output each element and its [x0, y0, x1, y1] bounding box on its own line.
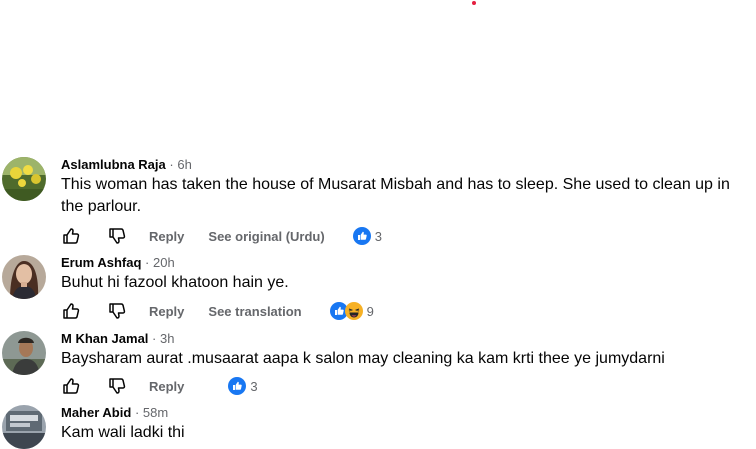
comment-meta: M Khan Jamal · 3h: [61, 331, 746, 347]
see-original-button[interactable]: See original (Urdu): [208, 229, 324, 244]
see-translation-button[interactable]: See translation: [208, 304, 301, 319]
reaction-summary[interactable]: 3: [352, 227, 382, 245]
meta-separator: ·: [169, 157, 174, 172]
comment-timestamp[interactable]: 3h: [160, 331, 174, 346]
comment-text: Buhut hi fazool khatoon hain ye.: [61, 274, 289, 291]
notification-dot: [472, 1, 476, 5]
avatar[interactable]: [2, 157, 46, 201]
thumbs-down-outline-icon[interactable]: [107, 226, 127, 246]
comment-actions: Reply 3: [61, 375, 258, 397]
comment-actions: Reply See original (Urdu) 3: [61, 225, 382, 247]
comment-item: Maher Abid · 58m Kam wali ladki thi: [0, 405, 756, 449]
reply-button[interactable]: Reply: [149, 229, 184, 244]
meta-separator: ·: [134, 405, 140, 420]
reaction-count: 3: [250, 378, 258, 394]
comment-item: Aslamlubna Raja · 6h This woman has take…: [0, 157, 756, 247]
comment-timestamp[interactable]: 20h: [153, 255, 175, 270]
comment-meta: Aslamlubna Raja · 6h: [61, 157, 746, 173]
comment-meta: Maher Abid · 58m: [61, 405, 746, 421]
thumbs-up-outline-icon[interactable]: [61, 376, 81, 396]
thumbs-up-outline-icon[interactable]: [61, 226, 81, 246]
author-name[interactable]: Maher Abid: [61, 405, 131, 420]
reply-button[interactable]: Reply: [149, 379, 184, 394]
haha-reaction-icon: [344, 302, 363, 320]
like-reaction-icon: [352, 227, 371, 245]
comment-text: Baysharam aurat .musaarat aapa k salon m…: [61, 350, 665, 367]
comment-actions: Reply See translation 9: [61, 300, 374, 322]
avatar[interactable]: [2, 405, 46, 449]
thumbs-up-outline-icon[interactable]: [61, 301, 81, 321]
thumbs-down-outline-icon[interactable]: [107, 376, 127, 396]
comment-timestamp[interactable]: 6h: [177, 157, 191, 172]
meta-separator: ·: [145, 255, 150, 270]
comments-panel: Aslamlubna Raja · 6h This woman has take…: [0, 0, 756, 449]
comment-item: Erum Ashfaq · 20h Buhut hi fazool khatoo…: [0, 255, 756, 325]
reply-button[interactable]: Reply: [149, 304, 184, 319]
author-name[interactable]: Erum Ashfaq: [61, 255, 141, 270]
avatar[interactable]: [2, 331, 46, 375]
author-name[interactable]: Aslamlubna Raja: [61, 157, 166, 172]
avatar[interactable]: [2, 255, 46, 299]
reaction-summary[interactable]: 3: [228, 377, 258, 395]
comment-meta: Erum Ashfaq · 20h: [61, 255, 746, 271]
like-reaction-icon: [228, 377, 247, 395]
comment-text: Kam wali ladki thi: [61, 424, 185, 441]
reaction-summary[interactable]: 9: [329, 302, 374, 320]
thumbs-down-outline-icon[interactable]: [107, 301, 127, 321]
comment-item: M Khan Jamal · 3h Baysharam aurat .musaa…: [0, 331, 756, 397]
comment-timestamp[interactable]: 58m: [143, 405, 168, 420]
meta-separator: ·: [152, 331, 157, 346]
comment-text: This woman has taken the house of Musara…: [61, 176, 730, 215]
author-name[interactable]: M Khan Jamal: [61, 331, 148, 346]
reaction-count: 9: [366, 303, 374, 319]
reaction-count: 3: [374, 228, 382, 244]
